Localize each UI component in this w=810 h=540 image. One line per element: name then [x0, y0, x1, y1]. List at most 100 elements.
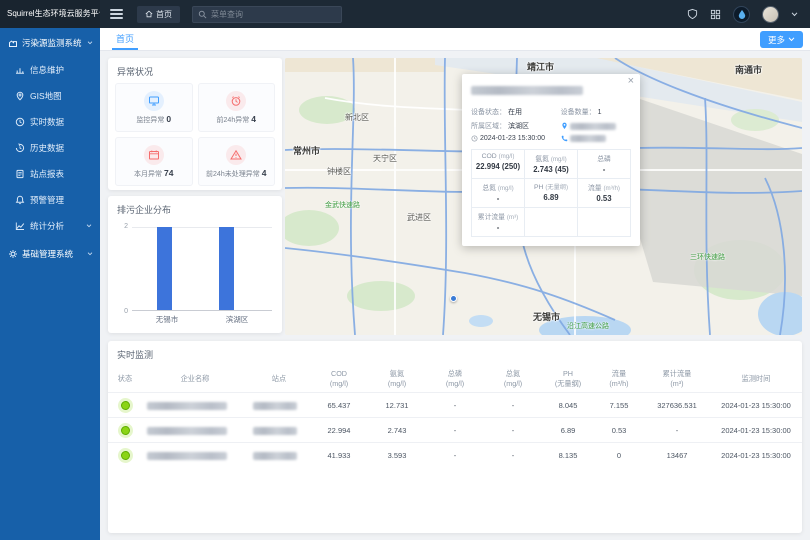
sidebar-item-info[interactable]: 信息维护	[0, 57, 100, 83]
stat-tile-month-abnormal[interactable]: 本月异常74	[115, 137, 193, 186]
tab-home[interactable]: 首页	[112, 28, 138, 50]
bar-chart: 2 0	[132, 227, 272, 311]
map-road-label: 三环快速路	[690, 252, 725, 262]
abnormal-stat-tiles: 监控异常0 前24h异常4 本月异常74 前24h未处理异常4	[108, 83, 282, 193]
droplet-icon	[738, 9, 746, 19]
realtime-monitor-table: 状态 企业名称 站点 COD(mg/l) 氨氮(mg/l) 总磷(mg/l) 总…	[108, 366, 802, 468]
sidebar-item-label: 历史数据	[30, 142, 64, 154]
chevron-down-icon	[86, 224, 92, 228]
more-button-label: 更多	[768, 34, 785, 46]
map-road-label: 沿江高速公路	[567, 321, 609, 331]
measure-cell-total-flow: 累计流量 (m³) -	[472, 208, 525, 237]
measure-cell-tp: 总磷 -	[578, 150, 631, 179]
chevron-down-icon	[87, 41, 93, 45]
site-name-redacted	[253, 427, 297, 435]
chevron-down-icon	[87, 252, 93, 256]
measure-cell-nh3: 氨氮 (mg/l) 2.743 (45)	[525, 150, 578, 179]
device-count-value: 1	[598, 109, 602, 116]
status-dot	[121, 426, 130, 435]
stat-tile-24h-abnormal[interactable]: 前24h异常4	[198, 83, 276, 132]
home-button[interactable]: 首页	[137, 6, 180, 23]
station-marker[interactable]	[450, 295, 457, 302]
enterprise-name-redacted	[147, 427, 227, 435]
user-avatar[interactable]	[762, 6, 779, 23]
measure-cell-tn: 总氮 (mg/l) -	[472, 179, 525, 208]
sidebar-item-statistics[interactable]: 统计分析	[0, 213, 100, 239]
more-button[interactable]: 更多	[760, 31, 803, 48]
table-row[interactable]: 65.437 12.731 - - 8.045 7.155 327636.531…	[108, 393, 802, 418]
x-tick: 无锡市	[132, 314, 202, 325]
measure-cell-empty	[578, 208, 631, 237]
location-pin-icon	[561, 122, 568, 130]
map-label: 天宁区	[373, 153, 397, 164]
home-icon	[145, 10, 153, 18]
station-name-redacted	[471, 86, 583, 95]
table-row[interactable]: 22.994 2.743 - - 6.89 0.53 - 2024-01-23 …	[108, 418, 802, 443]
topbar-actions	[687, 6, 810, 23]
field-label: 所属区域：	[471, 121, 506, 131]
realtime-monitor-panel: 实时监测 状态 企业名称 站点 COD(mg/l) 氨氮(mg/l) 总磷(mg…	[108, 341, 802, 533]
enterprise-name-redacted	[147, 402, 227, 410]
station-info-popup: × 设备状态： 在用 设备数量： 1 所属区域： 滨湖区	[462, 74, 640, 246]
status-dot	[121, 401, 130, 410]
gridline	[132, 227, 272, 228]
map-label: 南通市	[735, 63, 762, 76]
bell-icon	[15, 195, 25, 205]
search-icon	[198, 10, 207, 19]
sidebar-item-label: GIS地图	[30, 90, 62, 102]
chart-bar	[219, 227, 234, 311]
address-redacted	[570, 123, 616, 130]
menu-toggle-icon[interactable]	[110, 7, 123, 21]
user-menu-chevron-icon[interactable]	[791, 12, 798, 17]
sidebar-item-history-data[interactable]: 历史数据	[0, 135, 100, 161]
stat-value: 0	[166, 114, 171, 124]
shield-icon[interactable]	[687, 8, 698, 20]
line-chart-icon	[15, 221, 25, 231]
stat-tile-monitor-abnormal[interactable]: 监控异常0	[115, 83, 193, 132]
gis-map[interactable]: 靖江市 南通市 新北区 常州市 天宁区 钟楼区 江阴市 武进区 无锡市 金武快速…	[285, 58, 802, 335]
map-pin-icon	[15, 91, 25, 101]
sidebar-section-pollution[interactable]: 污染源监测系统	[0, 28, 100, 57]
gear-icon	[8, 249, 18, 259]
stat-value: 4	[262, 168, 267, 178]
x-axis-labels: 无锡市 滨湖区	[132, 314, 272, 325]
popup-close-button[interactable]: ×	[628, 76, 634, 87]
y-tick: 0	[118, 308, 128, 315]
stat-tile-24h-unhandled-abnormal[interactable]: 前24h未处理异常4	[198, 137, 276, 186]
sidebar-item-warning-mgmt[interactable]: 预警管理	[0, 187, 100, 213]
panel-title: 实时监测	[108, 341, 802, 366]
map-road-label: 金武快速路	[325, 200, 360, 210]
sidebar-item-realtime-data[interactable]: 实时数据	[0, 109, 100, 135]
site-name-redacted	[253, 402, 297, 410]
clock-icon	[15, 117, 25, 127]
tab-strip: 首页 更多	[100, 28, 810, 51]
panel-title: 排污企业分布	[108, 196, 282, 221]
apps-grid-icon[interactable]	[710, 9, 721, 20]
sidebar-item-label: 预警管理	[30, 194, 64, 206]
clock-icon	[471, 135, 478, 142]
enterprise-name-redacted	[147, 452, 227, 460]
sidebar-item-gis-map[interactable]: GIS地图	[0, 83, 100, 109]
factory-icon	[8, 38, 18, 48]
brand-logo[interactable]	[733, 6, 750, 23]
app-root: Squirrel生态环境云服务平台 首页	[0, 0, 810, 540]
map-label: 无锡市	[533, 310, 560, 323]
panel-title: 异常状况	[108, 58, 282, 83]
phone-redacted	[570, 135, 606, 142]
sidebar-item-site-report[interactable]: 站点报表	[0, 161, 100, 187]
map-label: 常州市	[293, 144, 320, 157]
table-row[interactable]: 41.933 3.593 - - 8.135 0 13467 2024-01-2…	[108, 443, 802, 468]
alarm-clock-icon	[226, 91, 246, 111]
chart-bar	[157, 227, 172, 311]
stat-label: 前24h异常	[217, 117, 250, 124]
abnormal-status-panel: 异常状况 监控异常0 前24h异常4 本月异常74	[108, 58, 282, 190]
search-input[interactable]	[211, 10, 336, 19]
measure-cell-empty	[525, 208, 578, 237]
stat-label: 监控异常	[136, 117, 164, 124]
stat-label: 本月异常	[134, 171, 162, 178]
field-label: 设备数量：	[561, 107, 596, 117]
sidebar-item-label: 实时数据	[30, 116, 64, 128]
warning-icon	[226, 145, 246, 165]
stat-label: 前24h未处理异常	[206, 171, 260, 178]
sidebar-section-basic-mgmt[interactable]: 基础管理系统	[0, 239, 100, 268]
